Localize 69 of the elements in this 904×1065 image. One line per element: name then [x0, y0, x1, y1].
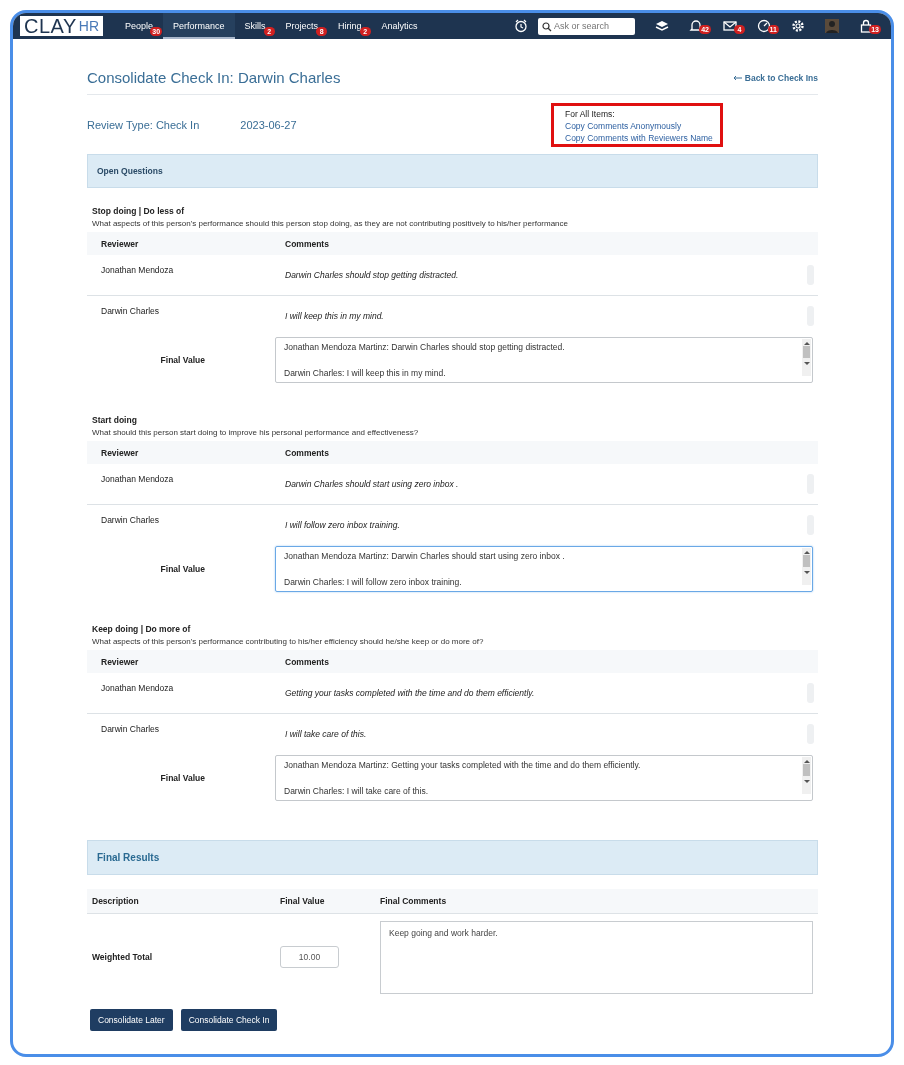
question-title: Keep doing | Do more of — [91, 624, 192, 634]
reviewer-name: Darwin Charles — [100, 723, 161, 734]
column-header: Final Comments — [380, 896, 448, 906]
search-icon — [542, 21, 552, 32]
search-field[interactable]: Ask or search — [538, 17, 635, 35]
textarea-line: Jonathan Mendoza Martinz: Darwin Charles should stop getting distracted. — [284, 342, 566, 352]
column-header: Description — [91, 896, 140, 906]
column-header: Comments — [285, 447, 330, 458]
scrollbar[interactable] — [802, 757, 811, 794]
final-comments-textarea[interactable]: Keep going and work harder. — [380, 920, 813, 994]
comment-text: Darwin Charles should start using zero inbox . — [285, 479, 460, 489]
reviewer-name: Darwin Charles — [100, 514, 161, 525]
column-header: Comments — [285, 656, 330, 667]
review-date: 2023-06-27 — [240, 118, 297, 131]
reviewer-name: Darwin Charles — [100, 305, 161, 316]
question-description: What aspects of this person's performance contributing to his/her efficiency should he/she keep or do more of? — [91, 637, 485, 646]
page-title: Consolidate Check In: Darwin Charles — [87, 69, 341, 86]
layers-icon[interactable] — [655, 19, 669, 33]
question-description: What should this person start doing to improve his personal performance and effectiveness? — [91, 428, 420, 437]
copy-link[interactable]: Copy Comments with Reviewers Name — [565, 133, 717, 143]
alarm-clock-icon[interactable] — [514, 19, 528, 33]
section-title: Open Questions — [97, 166, 163, 176]
final-value-textarea[interactable]: Jonathan Mendoza Martinz: Getting your tasks completed with the time and do them efficiently. Darwin Charles: I will take care of this. — [275, 755, 813, 801]
copy-heading: For All Items: — [565, 109, 616, 119]
comment-text: I will keep this in my mind. — [285, 311, 385, 321]
textarea-line: Darwin Charles: I will keep this in my mind. — [284, 368, 447, 378]
reviewer-name: Jonathan Mendoza — [100, 264, 175, 275]
final-value-textarea[interactable]: Jonathan Mendoza Martinz: Darwin Charles should start using zero inbox . Darwin Charles: I will follow zero inbox training. — [275, 546, 813, 592]
reviewer-name: Jonathan Mendoza — [100, 682, 175, 693]
final-value-input[interactable]: 10.00 — [280, 946, 339, 968]
reviewer-name: Jonathan Mendoza — [100, 473, 175, 484]
textarea-line: Jonathan Mendoza Martinz: Darwin Charles should start using zero inbox . — [284, 551, 566, 561]
review-type: Review Type: Check In — [87, 118, 200, 131]
final-value-textarea[interactable]: Jonathan Mendoza Martinz: Darwin Charles should stop getting distracted. Darwin Charles: I will keep this in my mind. — [275, 337, 813, 383]
textarea-line: Jonathan Mendoza Martinz: Getting your tasks completed with the time and do them efficiently. — [284, 760, 642, 770]
action-button[interactable]: Consolidate Later — [90, 1009, 173, 1031]
nav-tab[interactable]: Analytics — [371, 13, 428, 39]
back-link[interactable]: Back to Check Ins — [732, 72, 818, 83]
question-title: Start doing — [91, 415, 138, 425]
comment-text: Getting your tasks completed with the time and do them efficiently. — [285, 688, 536, 698]
lock-icon[interactable] — [859, 19, 873, 33]
comment-text: I will follow zero inbox training. — [285, 520, 401, 530]
textarea-line: Darwin Charles: I will take care of this. — [284, 786, 430, 796]
nav-tab[interactable]: Performance — [163, 13, 235, 39]
comment-text: I will take care of this. — [285, 729, 368, 739]
scrollbar[interactable] — [802, 548, 811, 585]
field-label: Final Value — [159, 773, 206, 783]
column-header: Comments — [285, 238, 330, 249]
logo[interactable]: CLAY HR — [20, 16, 103, 36]
field-label: Final Value — [159, 564, 206, 574]
section-title: Final Results — [97, 852, 160, 863]
gauge-icon[interactable] — [757, 19, 771, 33]
column-header: Final Value — [280, 896, 326, 906]
back-arrow-icon — [732, 74, 743, 81]
column-header: Reviewer — [100, 238, 140, 249]
copy-link[interactable]: Copy Comments Anonymously — [565, 121, 717, 131]
comment-text: Darwin Charles should stop getting distracted. — [285, 270, 460, 280]
mail-icon[interactable] — [723, 19, 737, 33]
action-button[interactable]: Consolidate Check In — [180, 1009, 278, 1031]
field-label: Final Value — [159, 355, 206, 365]
scrollbar[interactable] — [802, 339, 811, 376]
row-label: Weighted Total — [91, 952, 154, 962]
settings-icon[interactable] — [791, 19, 805, 33]
bell-icon[interactable] — [689, 19, 703, 33]
column-header: Reviewer — [100, 656, 140, 667]
question-description: What aspects of this person's performance should this person stop doing, as they are not contributing positively to his/her performance — [91, 219, 569, 228]
textarea-line: Darwin Charles: I will follow zero inbox training. — [284, 577, 463, 587]
column-header: Reviewer — [100, 447, 140, 458]
question-title: Stop doing | Do less of — [91, 206, 186, 216]
